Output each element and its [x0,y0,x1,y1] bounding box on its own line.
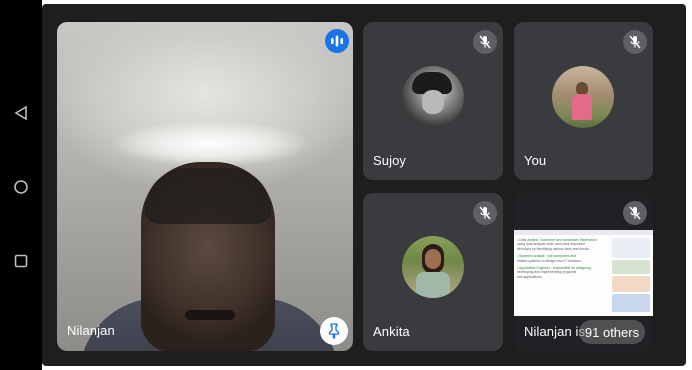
avatar [552,66,614,128]
participant-tile-sujoy[interactable]: Sujoy [363,22,503,180]
participant-video-mustache [185,310,235,320]
shared-slide: • Data analyst : someone who scrutinizes… [514,230,653,316]
slide-line: related systems to design new IT solutio… [517,258,582,263]
mic-off-icon [623,30,647,54]
recent-square-icon[interactable] [10,250,32,272]
participant-name: Ankita [373,324,410,339]
slide-line: and applications. [517,274,543,279]
participant-video-hair [145,168,271,224]
participant-name: Nilanjan is [524,324,586,339]
slide-line: decisions by identifying various facts a… [517,246,590,251]
slide-thumbnail [612,276,650,292]
slide-thumbnail [612,294,650,312]
avatar [402,66,464,128]
back-triangle-icon[interactable] [10,102,32,124]
participant-tile-you[interactable]: You [514,22,653,180]
android-nav-bar [0,0,42,370]
pin-icon[interactable] [320,317,348,345]
participant-tile-ankita[interactable]: Ankita [363,193,503,351]
audio-wave-icon [325,29,349,53]
participant-name: Sujoy [373,153,407,168]
main-participant-tile[interactable]: Nilanjan [57,22,353,351]
slide-text: • Data analyst : someone who scrutinizes… [517,238,609,279]
meeting-screen: Nilanjan Sujoy You Ankita Nilanjan is • … [0,0,692,370]
participant-name: Nilanjan [67,323,115,338]
slide-thumbnail [612,238,650,258]
others-count-chip[interactable]: 91 others [579,320,645,344]
mic-off-icon [473,30,497,54]
slide-thumbnail [612,260,650,274]
home-circle-icon[interactable] [10,176,32,198]
mic-off-icon [473,201,497,225]
mic-off-icon [623,201,647,225]
participant-name: You [524,153,547,168]
avatar [402,236,464,298]
slide-toolbar [514,230,653,235]
